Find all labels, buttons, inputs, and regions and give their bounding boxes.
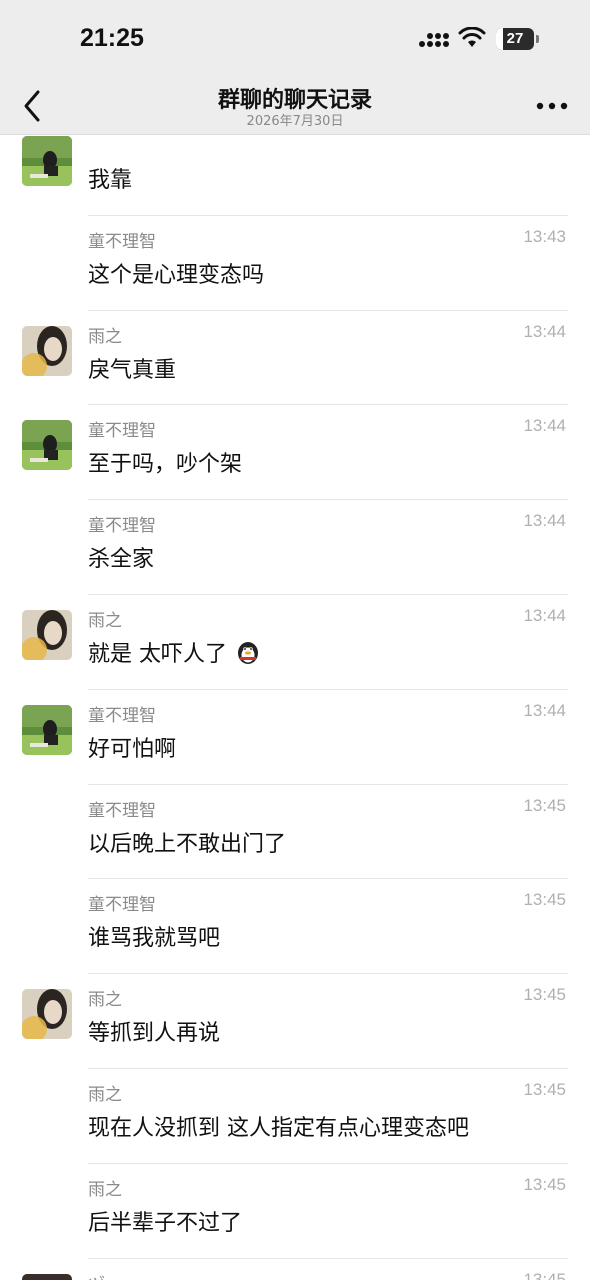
message-text: 谁骂我就骂吧 <box>88 920 220 952</box>
message-text: 就是 太吓人了 <box>88 636 261 668</box>
message-time: 13:45 <box>523 795 566 815</box>
sender-name: 童不理智 <box>88 800 156 821</box>
message-text-content: 这个是心理变态吗 <box>88 262 265 288</box>
status-time: 21:25 <box>80 24 144 52</box>
avatar[interactable] <box>22 704 72 755</box>
sender-name: 童不理智 <box>88 705 156 726</box>
message-time: 13:45 <box>523 1080 566 1099</box>
cellular-signal-icon <box>419 33 449 47</box>
sender-name: 雨之 <box>88 1179 122 1200</box>
message-text: 好可怕啊 <box>88 731 176 763</box>
message-text-content: 后半辈子不过了 <box>88 1210 243 1236</box>
avatar[interactable] <box>22 325 72 376</box>
battery-icon: 27 <box>496 28 539 50</box>
sender-name: 雨之 <box>88 611 122 631</box>
sender-name: 童不理智 <box>88 231 156 252</box>
chat-message[interactable]: 童不理智 13:45 以后晚上不敢出门了 <box>0 762 590 880</box>
message-text: 我靠 <box>88 162 132 194</box>
message-text: 杀全家 <box>88 541 154 573</box>
message-text: 以后晚上不敢出门了 <box>88 826 286 858</box>
message-text-content: 好可怕啊 <box>88 736 177 762</box>
message-text-content: 现在人没抓到 这人指定有点心理变态吧 <box>88 1116 469 1141</box>
chat-record-list[interactable]: 我靠 童不理智 13:43 这个是心理变态吗 雨之 13:44 戾气真重 童不理智 13:44 至… <box>0 135 590 1280</box>
message-text: 后半辈子不过了 <box>88 1205 242 1237</box>
sender-name: 雨之 <box>88 990 122 1011</box>
battery-level: 27 <box>506 30 524 47</box>
chat-message[interactable]: 我靠 <box>0 135 590 216</box>
avatar[interactable] <box>22 1273 72 1280</box>
message-text-content: 我靠 <box>88 168 133 193</box>
message-text-content: 就是 太吓人了 <box>88 642 227 667</box>
message-text-content: 等抓到人再说 <box>88 1021 221 1047</box>
avatar[interactable] <box>22 989 72 1040</box>
message-text: 这个是心理变态吗 <box>88 257 264 289</box>
status-bar: 21:25 27 <box>0 0 590 78</box>
message-text-content: 谁骂我就骂吧 <box>88 926 221 952</box>
sender-name: 雨之 <box>88 326 122 347</box>
message-text: 至于吗，吵个架 <box>88 446 242 478</box>
navbar: 群聊的聊天记录 2026年7月30日 <box>0 78 590 135</box>
chat-message[interactable]: 雨之 13:45 等抓到人再说 <box>0 951 590 1069</box>
message-text: 现在人没抓到 这人指定有点心理变态吧 <box>88 1110 469 1142</box>
chat-message[interactable]: 童不理智 13:44 至于吗，吵个架 <box>0 382 590 501</box>
chat-message[interactable]: 童不理智 13:44 好可怕啊 <box>0 667 590 785</box>
message-time: 13:44 <box>523 606 566 625</box>
sender-name: 雨之 <box>88 1085 122 1105</box>
message-time: 13:44 <box>523 700 566 720</box>
message-time: 13:45 <box>523 1269 566 1280</box>
avatar[interactable] <box>22 420 72 471</box>
chat-message[interactable]: 雨之 13:45 后半辈子不过了 <box>0 1141 590 1259</box>
chat-message[interactable]: 童不理智 13:45 谁骂我就骂吧 <box>0 856 590 975</box>
message-text-content: 以后晚上不敢出门了 <box>88 831 287 857</box>
sender-name: 童不理智 <box>88 895 156 916</box>
sender-name: 童不理智 <box>88 421 156 442</box>
chat-message[interactable]: 童不理智 13:44 杀全家 <box>0 477 590 595</box>
sender-name: 童不理智 <box>88 516 156 537</box>
page-subtitle: 2026年7月30日 <box>246 114 344 129</box>
chat-message[interactable]: 雨之 13:44 就是 太吓人了 <box>0 572 590 690</box>
avatar[interactable] <box>22 136 72 186</box>
message-time: 13:44 <box>523 321 566 341</box>
chat-message[interactable]: 雨之 13:44 戾气真重 <box>0 288 590 406</box>
sender-name: ヅ <box>88 1270 105 1280</box>
message-time: 13:43 <box>523 226 566 246</box>
penguin-emoji-icon <box>238 642 258 664</box>
wifi-icon <box>458 27 486 47</box>
message-text-content: 杀全家 <box>88 547 155 573</box>
message-text-content: 至于吗，吵个架 <box>88 452 243 478</box>
message-text: 等抓到人再说 <box>88 1015 220 1047</box>
avatar[interactable] <box>22 610 72 660</box>
more-dots-icon[interactable] <box>532 96 572 116</box>
message-time: 13:45 <box>523 1174 566 1194</box>
message-text: 戾气真重 <box>88 352 176 384</box>
message-time: 13:44 <box>523 511 566 531</box>
chat-message[interactable]: ヅ 13:45 <box>0 1236 590 1280</box>
message-time: 13:44 <box>523 416 566 436</box>
chat-message[interactable]: 雨之 13:45 现在人没抓到 这人指定有点心理变态吧 <box>0 1046 590 1164</box>
chat-message[interactable]: 童不理智 13:43 这个是心理变态吗 <box>0 193 590 311</box>
message-time: 13:45 <box>523 890 566 910</box>
message-time: 13:45 <box>523 985 566 1005</box>
message-text-content: 戾气真重 <box>88 357 177 383</box>
